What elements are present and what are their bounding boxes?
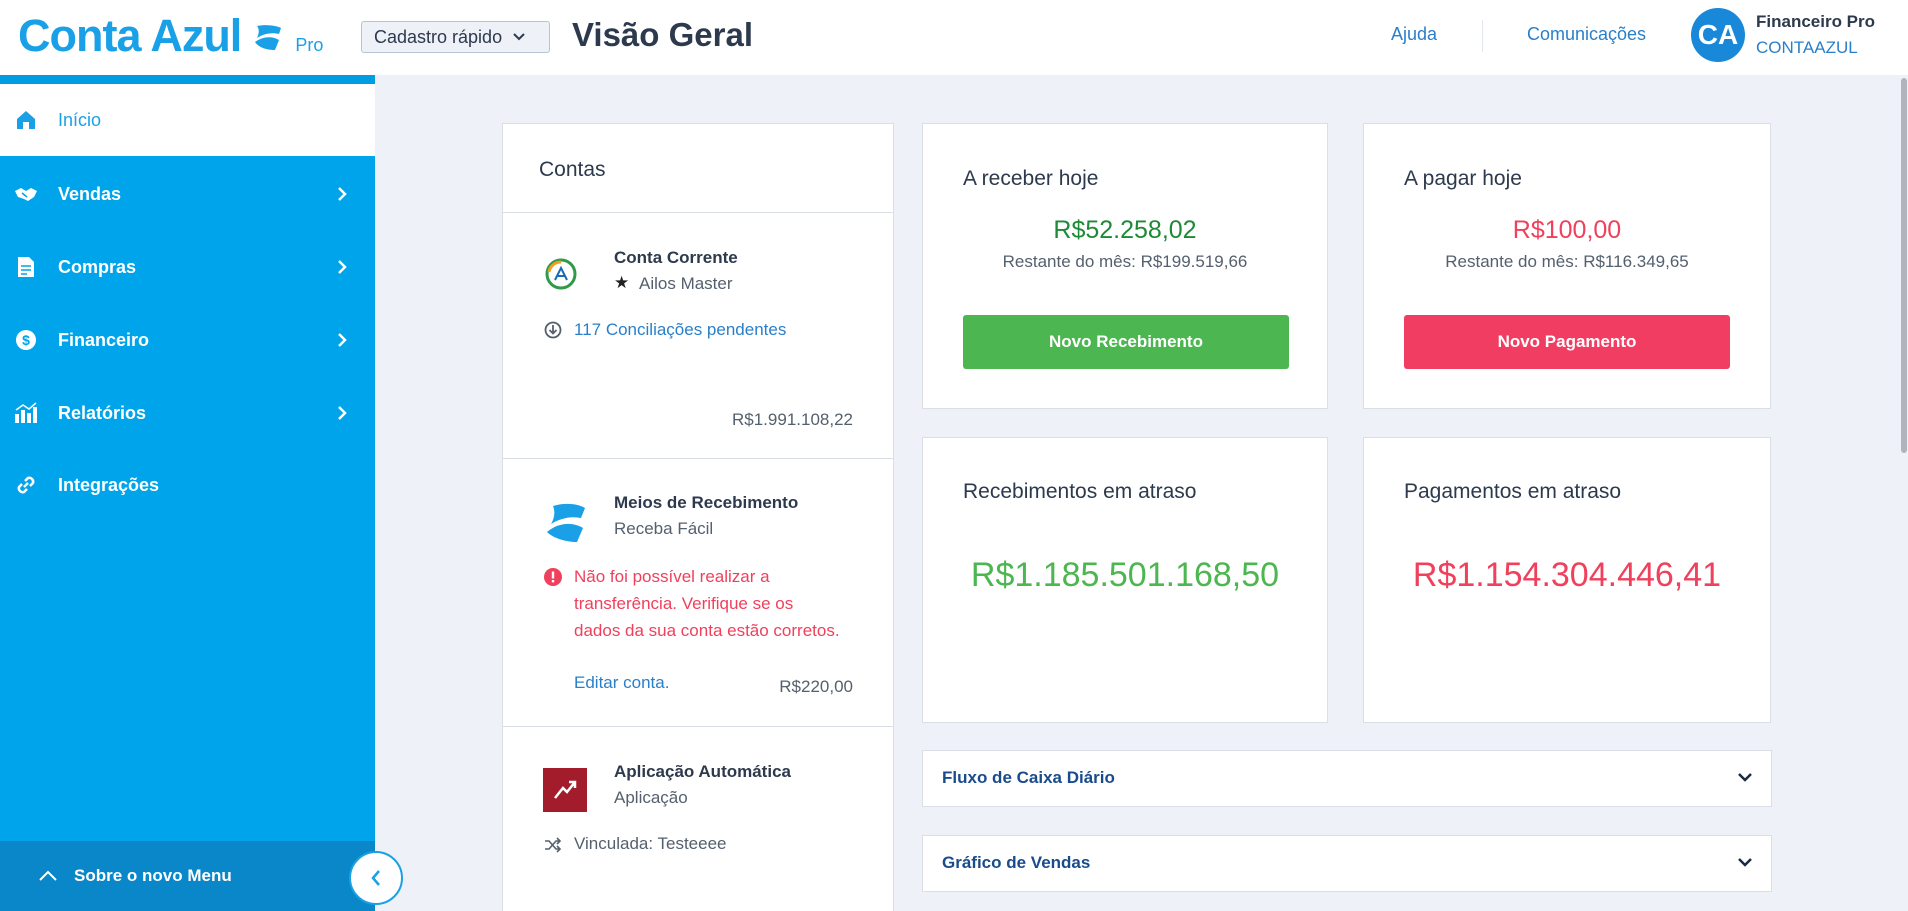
avatar[interactable]: CA: [1691, 8, 1745, 62]
sidebar-item-label: Financeiro: [58, 329, 150, 350]
divider: [503, 212, 893, 213]
top-header: Conta Azul Pro Cadastro rápido Visão Ger…: [0, 0, 1908, 75]
page-scrollbar[interactable]: [1900, 75, 1908, 911]
quick-register-dropdown[interactable]: Cadastro rápido: [361, 21, 550, 53]
pending-reconciliations-link[interactable]: 117 Conciliações pendentes: [574, 320, 786, 340]
account-balance: R$220,00: [779, 677, 853, 696]
about-new-menu-label: Sobre o novo Menu: [74, 866, 232, 885]
divider: [503, 726, 893, 727]
receivable-today-card: A receber hoje R$52.258,02 Restante do m…: [922, 123, 1328, 409]
company-name[interactable]: CONTAAZUL: [1756, 38, 1858, 58]
card-title: A pagar hoje: [1404, 167, 1522, 190]
chevron-up-icon: [39, 870, 57, 881]
linked-account: Vinculada: Testeeee: [574, 834, 727, 853]
download-circle-icon: [543, 320, 563, 340]
sidebar-item-inicio[interactable]: Início: [0, 84, 375, 156]
sidebar-item-label: Relatórios: [58, 402, 147, 423]
chevron-down-icon: [1738, 773, 1752, 782]
month-remaining: Restante do mês: R$116.349,65: [1445, 252, 1689, 271]
account-name[interactable]: Meios de Recebimento: [614, 493, 798, 513]
chevron-left-icon: [371, 870, 380, 886]
ailos-bank-icon: [545, 258, 577, 290]
communications-link[interactable]: Comunicações: [1527, 24, 1646, 45]
error-icon: [543, 567, 563, 587]
payable-today-value: R$100,00: [1512, 216, 1622, 244]
chart-icon: [14, 401, 38, 425]
chevron-down-icon: [1738, 858, 1752, 867]
chevron-down-icon: [513, 33, 525, 41]
star-icon: ★: [614, 273, 630, 292]
home-icon: [14, 108, 38, 132]
sidebar-item-label: Compras: [58, 256, 137, 277]
page-title: Visão Geral: [572, 16, 754, 53]
document-icon: [14, 255, 38, 279]
sidebar-item-compras[interactable]: Compras: [0, 231, 375, 303]
sidebar-item-label: Integrações: [58, 474, 160, 495]
sidebar-item-label: Início: [58, 109, 102, 130]
account-type: Receba Fácil: [614, 519, 714, 538]
sidebar-item-financeiro[interactable]: $ Financeiro: [0, 304, 375, 376]
investment-app-icon: [543, 768, 587, 812]
daily-cash-flow-panel[interactable]: Fluxo de Caixa Diário: [922, 750, 1772, 807]
card-title: Recebimentos em atraso: [963, 480, 1197, 503]
account-name[interactable]: Conta Corrente: [614, 248, 738, 268]
panel-title: Fluxo de Caixa Diário: [942, 768, 1115, 787]
overdue-receipts-card[interactable]: Recebimentos em atraso R$1.185.501.168,5…: [922, 437, 1328, 723]
card-title: A receber hoje: [963, 167, 1099, 190]
overdue-payments-card[interactable]: Pagamentos em atraso R$1.154.304.446,41: [1363, 437, 1771, 723]
divider: [503, 458, 893, 459]
receivable-today-value: R$52.258,02: [1053, 216, 1197, 244]
shuffle-icon: [543, 835, 563, 855]
transfer-error-message: Não foi possível realizar a transferênci…: [574, 567, 840, 640]
new-receipt-button[interactable]: Novo Recebimento: [963, 315, 1289, 369]
sidebar-item-label: Vendas: [58, 183, 122, 204]
chevron-right-icon: [338, 406, 347, 420]
chevron-right-icon: [338, 260, 347, 274]
help-link[interactable]: Ajuda: [1391, 24, 1437, 45]
quick-register-label: Cadastro rápido: [374, 26, 503, 47]
receba-facil-icon: [547, 503, 585, 542]
logo-text: Conta Azul: [18, 10, 242, 61]
scrollbar-thumb[interactable]: [1901, 78, 1907, 453]
account-name[interactable]: Aplicação Automática: [614, 762, 791, 782]
header-divider: [1482, 20, 1483, 52]
sales-chart-panel[interactable]: Gráfico de Vendas: [922, 835, 1772, 892]
account-balance: R$1.991.108,22: [732, 410, 853, 429]
logo-mark-icon: [255, 25, 282, 50]
panel-title: Gráfico de Vendas: [942, 853, 1091, 872]
chevron-right-icon: [338, 187, 347, 201]
user-name[interactable]: Financeiro Pro: [1756, 12, 1875, 32]
link-icon: [14, 473, 38, 497]
sidebar-top-accent: [0, 75, 375, 84]
about-new-menu-button[interactable]: Sobre o novo Menu: [0, 841, 375, 911]
payable-today-card: A pagar hoje R$100,00 Restante do mês: R…: [1363, 123, 1771, 409]
logo-pro-badge: Pro: [295, 35, 324, 55]
account-type: Aplicação: [614, 788, 688, 807]
account-bank: Ailos Master: [639, 274, 733, 293]
dollar-icon: $: [14, 328, 38, 352]
accounts-card: Contas Conta Corrente ★ Ailos Master 117…: [502, 123, 894, 911]
collapse-sidebar-button[interactable]: [349, 851, 403, 905]
chevron-right-icon: [338, 333, 347, 347]
sidebar: Início Vendas Compras $ Financeiro Relat…: [0, 75, 375, 911]
edit-account-link[interactable]: Editar conta.: [574, 673, 669, 693]
handshake-icon: [14, 182, 38, 206]
conta-azul-logo[interactable]: Conta Azul Pro: [18, 10, 323, 62]
overdue-receipts-value: R$1.185.501.168,50: [970, 556, 1280, 594]
month-remaining: Restante do mês: R$199.519,66: [1002, 252, 1248, 271]
svg-text:$: $: [22, 332, 30, 348]
overdue-payments-value: R$1.154.304.446,41: [1412, 556, 1722, 594]
sidebar-item-vendas[interactable]: Vendas: [0, 158, 375, 230]
new-payment-button[interactable]: Novo Pagamento: [1404, 315, 1730, 369]
sidebar-item-relatorios[interactable]: Relatórios: [0, 377, 375, 449]
sidebar-item-integracoes[interactable]: Integrações: [0, 449, 375, 521]
card-title: Pagamentos em atraso: [1404, 480, 1622, 503]
accounts-title: Contas: [539, 158, 606, 181]
